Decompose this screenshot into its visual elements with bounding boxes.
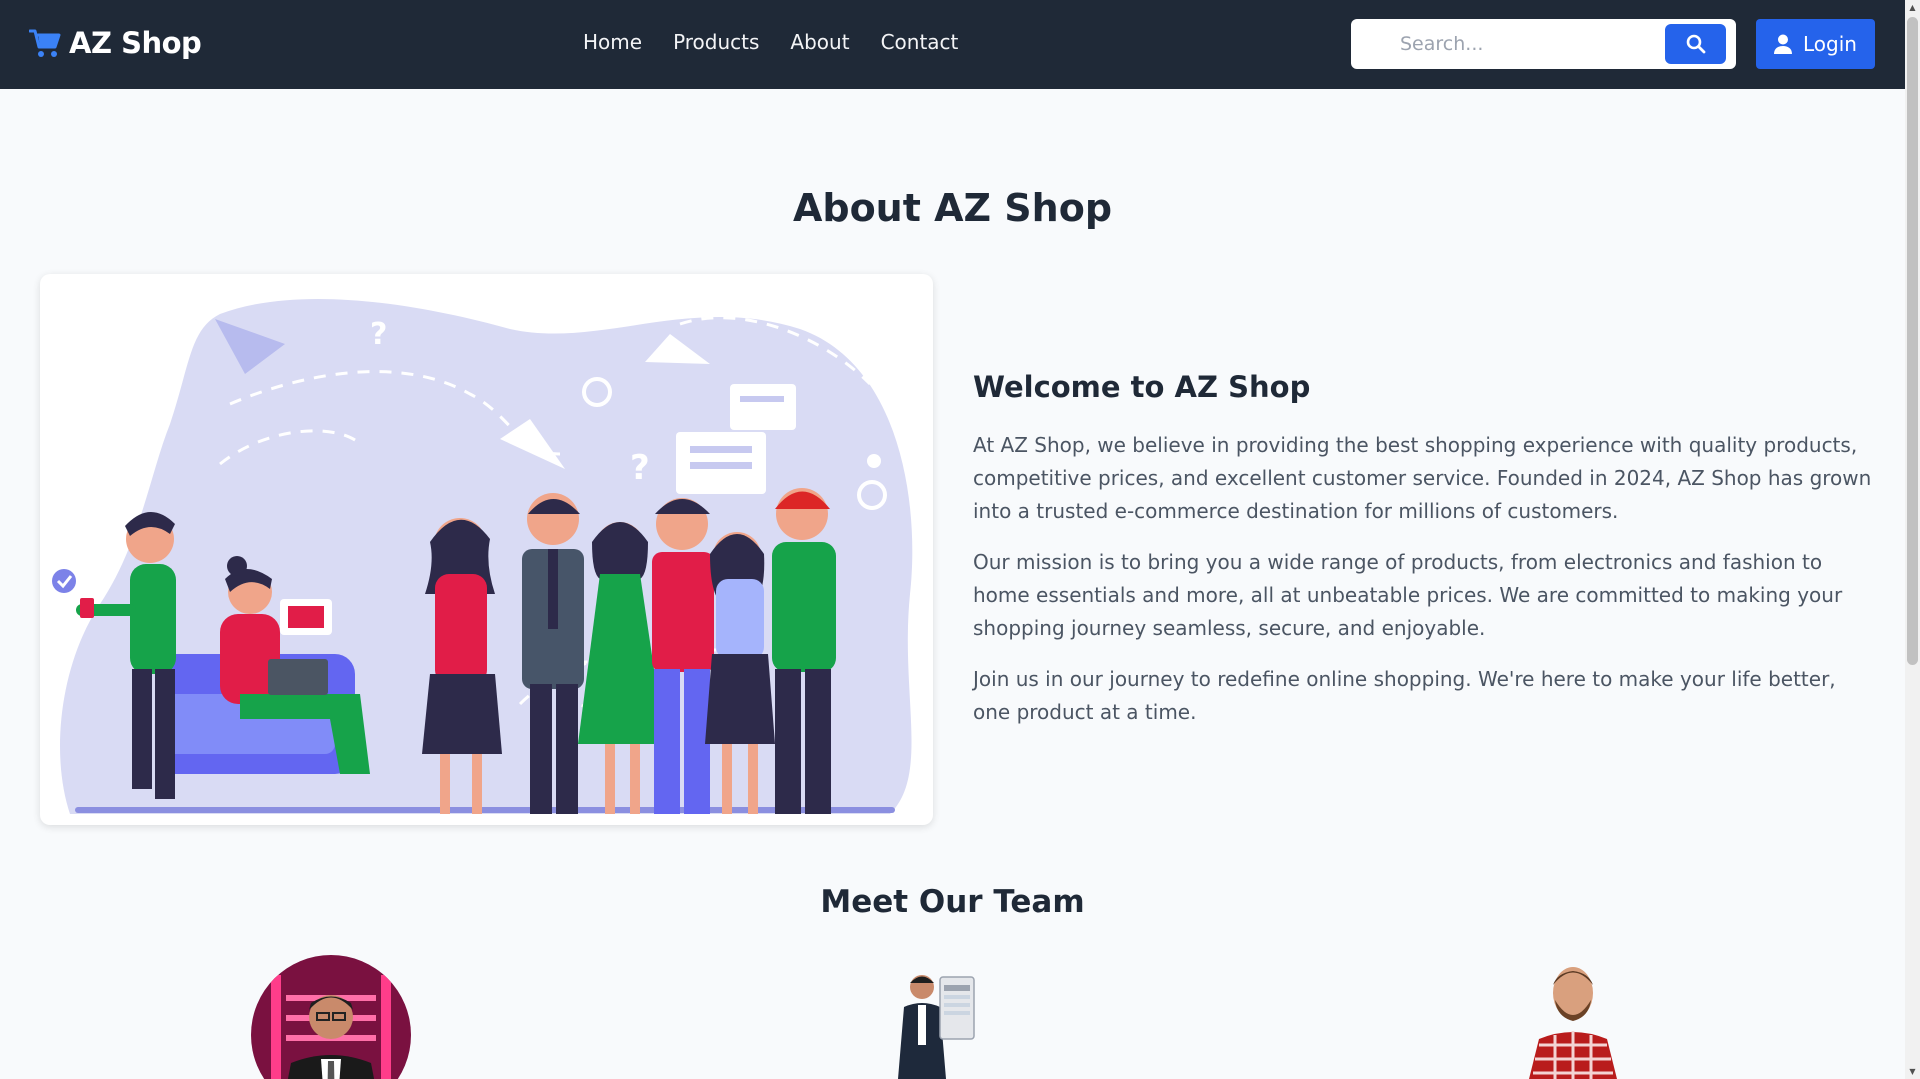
brand-link[interactable]: AZ Shop xyxy=(29,26,202,60)
team-title: Meet Our Team xyxy=(820,884,1085,920)
nav-link-home[interactable]: Home xyxy=(583,30,642,54)
about-paragraph-1: At AZ Shop, we believe in providing the … xyxy=(973,433,1872,523)
brand-name: AZ Shop xyxy=(69,26,202,60)
scrollbar[interactable]: ▲ ▼ xyxy=(1905,0,1920,1079)
user-icon xyxy=(1774,34,1793,54)
about-paragraph-3: Join us in our journey to redefine onlin… xyxy=(973,667,1836,724)
search-icon xyxy=(1686,34,1705,54)
navbar: AZ Shop Home Products About Contact Logi… xyxy=(0,0,1905,89)
nav-link-about[interactable]: About xyxy=(790,30,849,54)
about-paragraph-2: Our mission is to bring you a wide range… xyxy=(973,550,1843,640)
nav-link-products[interactable]: Products xyxy=(673,30,759,54)
svg-text:?: ? xyxy=(630,448,650,488)
search-box xyxy=(1351,19,1736,69)
hero-image-card: ? ? xyxy=(40,274,933,825)
welcome-title: Welcome to AZ Shop xyxy=(973,370,1311,404)
login-label: Login xyxy=(1803,32,1857,56)
svg-text:?: ? xyxy=(370,317,387,352)
search-input[interactable] xyxy=(1400,24,1650,64)
scroll-down-arrow-icon[interactable]: ▼ xyxy=(1905,1064,1920,1079)
page-title: About AZ Shop xyxy=(792,186,1113,230)
scroll-up-arrow-icon[interactable]: ▲ xyxy=(1905,0,1920,15)
search-button[interactable] xyxy=(1665,24,1726,64)
team-member-avatar-1 xyxy=(251,955,411,1079)
team-illustration: ? ? xyxy=(52,298,913,815)
login-button[interactable]: Login xyxy=(1756,19,1875,69)
scroll-thumb[interactable] xyxy=(1907,17,1918,665)
team-member-avatar-3 xyxy=(1515,955,1630,1079)
nav-links: Home Products About Contact xyxy=(583,30,958,54)
team-member-avatar-2 xyxy=(880,965,990,1079)
cart-icon xyxy=(29,29,61,57)
nav-link-contact[interactable]: Contact xyxy=(881,30,959,54)
